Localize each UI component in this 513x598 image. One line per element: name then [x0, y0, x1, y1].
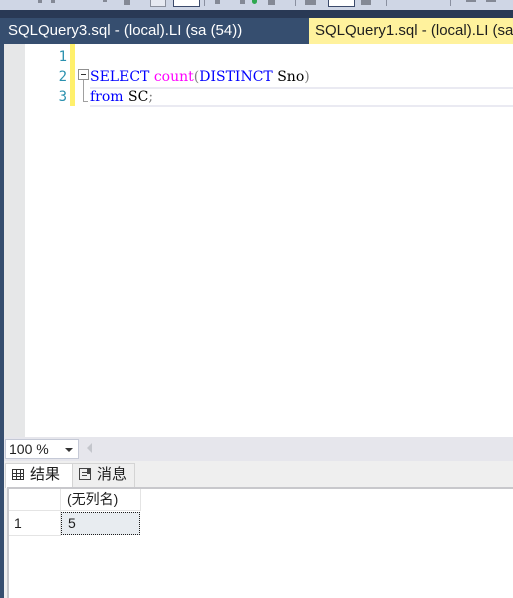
grid-corner[interactable] — [9, 489, 61, 511]
row-number[interactable]: 1 — [9, 511, 61, 536]
toolbar-separator — [295, 0, 296, 6]
code-token-keyword: DISTINCT — [199, 69, 273, 85]
toolbar — [0, 0, 513, 10]
column-header[interactable]: (无列名) — [61, 489, 141, 511]
toolbar-icon[interactable] — [486, 0, 496, 2]
outline-guide — [83, 80, 84, 102]
change-tracking-bar — [70, 44, 75, 106]
query-editor[interactable]: 1 2 3 SELECT count(DISTINCT Sno) from SC… — [4, 44, 513, 437]
tab-messages[interactable]: 消息 — [72, 463, 135, 487]
selection-margin[interactable] — [4, 44, 25, 437]
toolbar-separator — [204, 0, 205, 6]
line-number: 1 — [58, 49, 67, 65]
tab-sqlquery1[interactable]: SQLQuery1.sql - (local).LI (sa — [309, 18, 513, 44]
toolbar-button-selected[interactable] — [173, 0, 200, 7]
document-tab-strip: SQLQuery3.sql - (local).LI (sa (54)) SQL… — [0, 18, 513, 44]
table-row: 1 5 — [9, 511, 141, 536]
results-pane: 结果 消息 (无列名) 1 5 — [4, 461, 513, 598]
zoom-select[interactable]: 100 % — [5, 439, 79, 459]
code-area[interactable]: SELECT count(DISTINCT Sno) from SC; — [90, 47, 513, 107]
toolbar-icon[interactable] — [124, 0, 130, 5]
toolbar-button[interactable] — [150, 0, 166, 7]
toolbar-divider — [0, 10, 513, 18]
editor-status-bar: 100 % — [4, 437, 513, 461]
results-grid[interactable]: (无列名) 1 5 — [7, 487, 513, 598]
toolbar-icon[interactable] — [268, 0, 275, 5]
tab-results[interactable]: 结果 — [5, 463, 73, 488]
tab-label: 消息 — [97, 466, 128, 483]
toolbar-icon[interactable] — [215, 0, 220, 4]
toolbar-separator — [386, 0, 387, 6]
tab-sqlquery3[interactable]: SQLQuery3.sql - (local).LI (sa (54)) — [0, 18, 309, 44]
messages-icon — [79, 468, 91, 481]
code-line-current: from SC; — [90, 87, 513, 107]
tab-label: SQLQuery1.sql - (local).LI (sa — [315, 22, 513, 39]
toolbar-icon[interactable] — [466, 0, 476, 2]
tab-label: 结果 — [30, 466, 61, 483]
code-token-plain: SC — [123, 89, 149, 105]
line-number: 2 — [58, 69, 67, 85]
toolbar-icon[interactable] — [38, 0, 42, 3]
toolbar-icon[interactable] — [51, 0, 55, 3]
code-token-operator: ; — [148, 89, 154, 105]
zoom-value: 100 % — [9, 441, 49, 457]
grid-header-row: (无列名) — [9, 489, 141, 511]
code-token-function: count — [153, 69, 194, 85]
toolbar-icon[interactable] — [361, 0, 371, 5]
line-number: 3 — [58, 89, 67, 105]
execute-icon[interactable] — [252, 0, 257, 4]
collapse-icon[interactable] — [78, 69, 89, 80]
tab-label: SQLQuery3.sql - (local).LI (sa (54)) — [8, 22, 243, 39]
toolbar-separator — [450, 0, 451, 6]
chevron-down-icon[interactable] — [65, 448, 73, 452]
code-token-keyword: SELECT — [90, 69, 150, 85]
line-numbers: 1 2 3 — [25, 47, 67, 107]
outline-guide-end — [83, 101, 88, 102]
code-line: SELECT count(DISTINCT Sno) — [90, 67, 513, 87]
grid-cell-selected[interactable]: 5 — [61, 512, 140, 535]
toolbar-icon[interactable] — [103, 0, 107, 2]
toolbar-icon[interactable] — [305, 0, 316, 5]
code-token-operator: ) — [304, 69, 310, 85]
toolbar-icon[interactable] — [240, 0, 245, 4]
toolbar-button-selected[interactable] — [328, 0, 355, 7]
grid-icon — [12, 468, 24, 480]
code-token-plain: Sno — [272, 69, 305, 85]
code-token-keyword: from — [90, 89, 124, 105]
scroll-left-icon[interactable] — [87, 443, 92, 453]
